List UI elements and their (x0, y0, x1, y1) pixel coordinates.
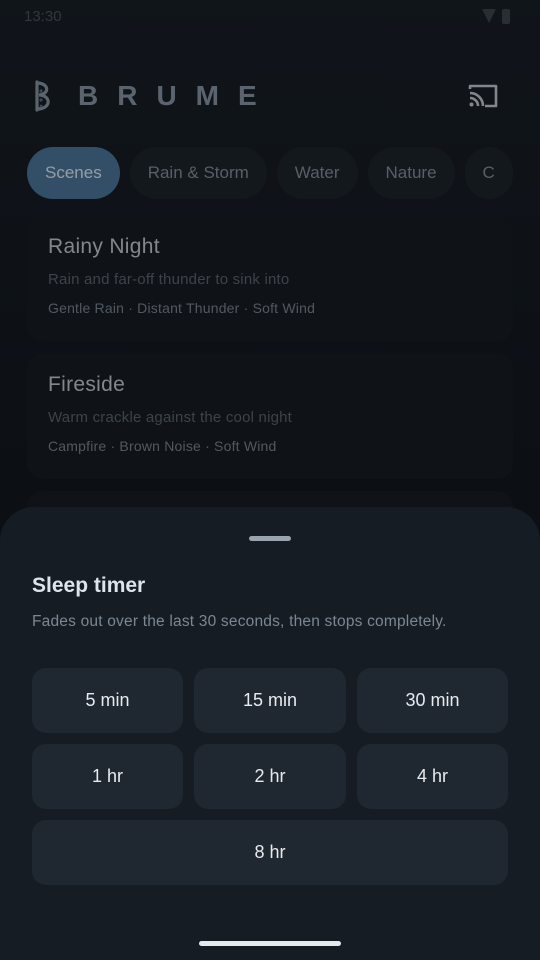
sheet-title: Sleep timer (32, 574, 146, 597)
timer-option-5-min[interactable]: 5 min (32, 668, 183, 733)
timer-option-1-hr[interactable]: 1 hr (32, 744, 183, 809)
drag-handle[interactable] (249, 536, 291, 541)
timer-options: 5 min 15 min 30 min 1 hr 2 hr 4 hr 8 hr (32, 668, 508, 885)
timer-option-15-min[interactable]: 15 min (194, 668, 346, 733)
sleep-timer-sheet: Sleep timer Fades out over the last 30 s… (0, 507, 540, 960)
timer-option-8-hr[interactable]: 8 hr (32, 820, 508, 885)
gesture-nav-bar[interactable] (199, 941, 341, 946)
timer-option-30-min[interactable]: 30 min (357, 668, 508, 733)
timer-option-2-hr[interactable]: 2 hr (194, 744, 346, 809)
sheet-subtitle: Fades out over the last 30 seconds, then… (32, 613, 447, 630)
timer-option-4-hr[interactable]: 4 hr (357, 744, 508, 809)
